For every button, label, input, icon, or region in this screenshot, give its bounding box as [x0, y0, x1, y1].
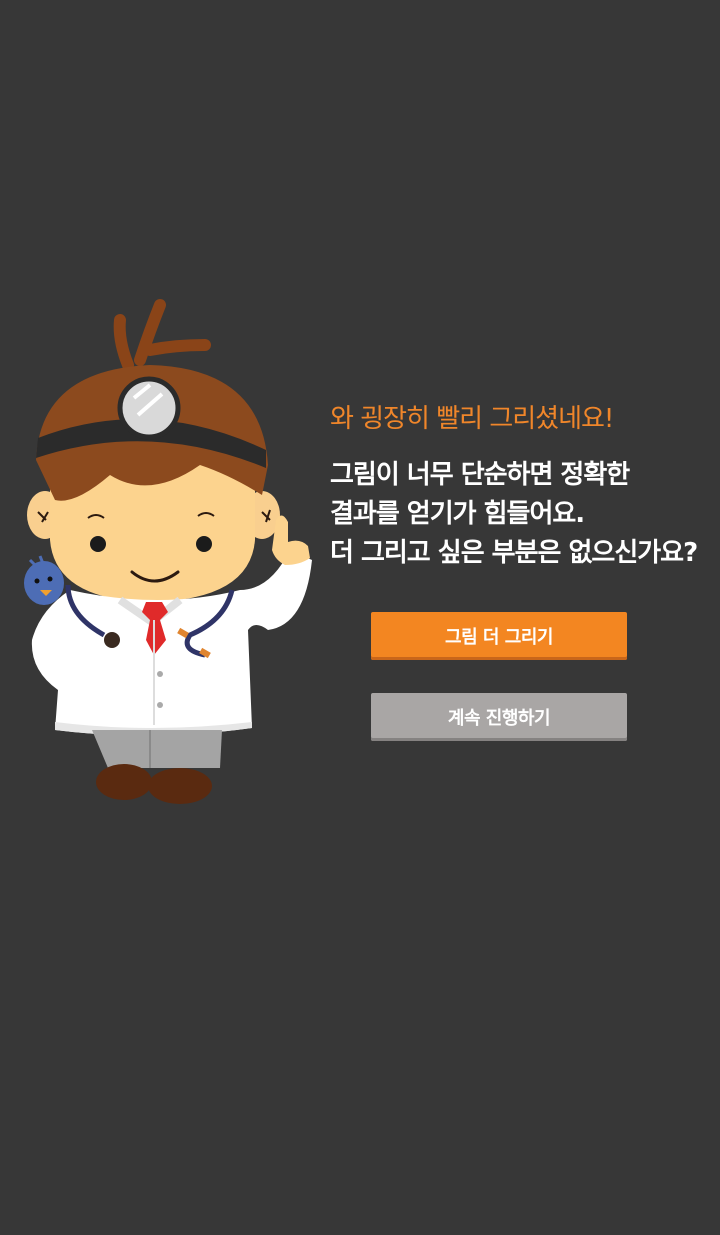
draw-more-button[interactable]: 그림 더 그리기	[371, 612, 627, 660]
message-line: 그림이 너무 단순하면 정확한	[330, 460, 630, 490]
legs	[92, 730, 222, 768]
continue-button[interactable]: 계속 진행하기	[371, 693, 627, 741]
right-eye	[196, 536, 212, 552]
doctor-character-illustration	[24, 299, 312, 804]
left-eye	[90, 536, 106, 552]
message-line: 더 그리고 싶은 부분은 없으신가요?	[330, 538, 698, 568]
pointing-hand	[272, 515, 310, 565]
message-line: 결과를 얻기가 힘들어요.	[330, 499, 585, 529]
left-shoe	[96, 764, 152, 800]
right-shoe	[148, 768, 212, 804]
message: 그림이 너무 단순하면 정확한 결과를 얻기가 힘들어요. 더 그리고 싶은 부…	[330, 456, 698, 573]
headline: 와 굉장히 빨리 그리셨네요!	[330, 404, 614, 434]
hair-antenna	[113, 299, 211, 371]
